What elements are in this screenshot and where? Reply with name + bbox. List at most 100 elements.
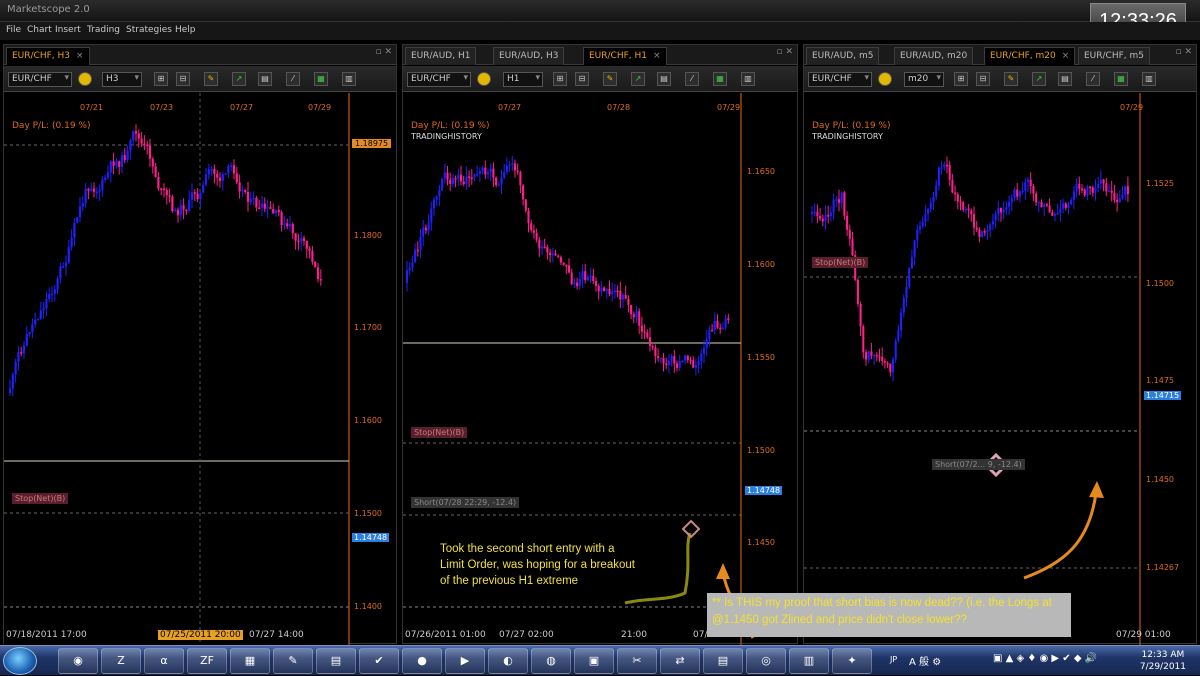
window-controls-icon[interactable]: ▫ ✕ <box>375 47 392 57</box>
pdf-tool-icon[interactable]: ✔ <box>359 648 399 674</box>
stop-order-line[interactable]: Stop(Net)(B) <box>411 427 468 438</box>
price-icon[interactable] <box>78 72 92 86</box>
transfer-icon[interactable]: ⇄ <box>660 648 700 674</box>
zoom-in-icon[interactable]: ⊞ <box>154 72 168 86</box>
candlestick-plot[interactable] <box>4 93 396 645</box>
window-controls-icon[interactable]: ▫ ✕ <box>1175 47 1192 57</box>
candle-body <box>937 167 940 186</box>
candle-body <box>470 177 473 179</box>
zoom-in-icon[interactable]: ⊞ <box>954 72 968 86</box>
tab-euraud-h1[interactable]: EUR/AUD, H1 <box>405 47 477 65</box>
tab-eurchf-h3[interactable]: EUR/CHF, H3 × <box>6 47 90 65</box>
candle-body <box>39 310 42 319</box>
chart-type-icon[interactable]: ▤ <box>657 72 671 86</box>
candle-body <box>140 138 143 144</box>
price-chart[interactable]: Day P/L: (0.19 %) TRADINGHISTORY 1.1525 … <box>804 93 1196 645</box>
properties-icon[interactable]: ▦ <box>713 72 727 86</box>
properties-icon[interactable]: ▦ <box>1114 72 1128 86</box>
symbol-select[interactable]: EUR/CHF <box>8 72 72 87</box>
zf-icon[interactable]: ZF <box>187 648 227 674</box>
tray-clock[interactable]: 12:33 AM 7/29/2011 <box>1140 649 1186 673</box>
symbol-select[interactable]: EUR/CHF <box>407 72 471 87</box>
pencil-icon[interactable]: ✎ <box>1004 72 1018 86</box>
indicator-icon[interactable]: ↗ <box>1032 72 1046 86</box>
timeframe-select[interactable]: H1 <box>503 72 543 87</box>
line-tool-icon[interactable]: ⁄ <box>1086 72 1100 86</box>
line-tool-icon[interactable]: ⁄ <box>286 72 300 86</box>
display-icon[interactable]: ▥ <box>789 648 829 674</box>
candle-body <box>594 281 598 286</box>
candle-body <box>1053 213 1057 216</box>
blue-app-icon[interactable]: ◐ <box>488 648 528 674</box>
short-trade-line[interactable]: Short(07/2... 9, -12.4) <box>932 459 1025 470</box>
calculator-icon[interactable]: ▤ <box>316 648 356 674</box>
tab-eurchf-m20[interactable]: EUR/CHF, m20 × <box>984 47 1076 65</box>
zoom-in-icon[interactable]: ⊞ <box>553 72 567 86</box>
candle-body <box>638 311 641 326</box>
candle-body <box>459 174 463 182</box>
window-controls-icon[interactable]: ▫ ✕ <box>776 47 793 57</box>
stop-order-line[interactable]: Stop(Net)(B) <box>812 257 869 268</box>
price-icon[interactable] <box>477 72 491 86</box>
network-icon[interactable]: ▣ <box>574 648 614 674</box>
ime-icon[interactable]: A 般 ⚙ <box>909 653 941 668</box>
tab-eurchf-m5[interactable]: EUR/CHF, m5 <box>1078 47 1151 65</box>
candle-body <box>36 318 40 321</box>
orange-app-icon[interactable]: ● <box>402 648 442 674</box>
pencil-icon[interactable]: ✎ <box>603 72 617 86</box>
template-icon[interactable]: ▥ <box>342 72 356 86</box>
short-trade-line[interactable]: Short(07/28 22:29, -12.4) <box>411 497 520 508</box>
tab-euraud-h3[interactable]: EUR/AUD, H3 <box>493 47 565 65</box>
close-icon[interactable]: × <box>653 51 661 61</box>
menu-file[interactable]: File <box>6 25 21 35</box>
chart-type-icon[interactable]: ▤ <box>258 72 272 86</box>
symbol-select[interactable]: EUR/CHF <box>808 72 872 87</box>
folder-icon[interactable]: ▦ <box>230 648 270 674</box>
firefox-icon[interactable]: ◉ <box>58 648 98 674</box>
scissors-icon[interactable]: ✂ <box>617 648 657 674</box>
notes-icon[interactable]: ✎ <box>273 648 313 674</box>
app-z-icon[interactable]: Z <box>101 648 141 674</box>
zoom-out-icon[interactable]: ⊟ <box>976 72 990 86</box>
timeframe-select[interactable]: m20 <box>904 72 944 87</box>
price-high-tag: 1.18975 <box>352 139 392 148</box>
tab-bar: EUR/AUD, m5 EUR/AUD, m20 EUR/CHF, m20 × E… <box>804 45 1196 65</box>
media-icon[interactable]: ▶ <box>445 648 485 674</box>
menu-chart[interactable]: Chart <box>27 25 52 35</box>
close-icon[interactable]: × <box>76 51 84 61</box>
stop-order-line[interactable]: Stop(Net)(B) <box>12 493 69 504</box>
pencil-icon[interactable]: ✎ <box>204 72 218 86</box>
template-icon[interactable]: ▥ <box>1142 72 1156 86</box>
disc-icon[interactable]: ◎ <box>746 648 786 674</box>
alpari-icon[interactable]: α <box>144 648 184 674</box>
tab-eurchf-h1[interactable]: EUR/CHF, H1 × <box>583 47 667 65</box>
candlestick-plot[interactable] <box>804 93 1196 645</box>
globe-app-icon[interactable]: ◍ <box>531 648 571 674</box>
zoom-out-icon[interactable]: ⊟ <box>575 72 589 86</box>
menu-insert[interactable]: Insert <box>55 25 81 35</box>
price-icon[interactable] <box>878 72 892 86</box>
start-button[interactable] <box>3 647 37 675</box>
timeframe-select[interactable]: H3 <box>102 72 142 87</box>
properties-icon[interactable]: ▦ <box>314 72 328 86</box>
menu-strategies[interactable]: Strategies <box>126 25 172 35</box>
language-indicator[interactable]: JP <box>890 655 897 664</box>
template-icon[interactable]: ▥ <box>741 72 755 86</box>
paint-icon[interactable]: ✦ <box>832 648 872 674</box>
candle-body <box>1016 189 1019 197</box>
menu-help[interactable]: Help <box>175 25 196 35</box>
indicator-icon[interactable]: ↗ <box>631 72 645 86</box>
chart-type-icon[interactable]: ▤ <box>1058 72 1072 86</box>
tab-euraud-m5[interactable]: EUR/AUD, m5 <box>806 47 880 65</box>
price-chart[interactable]: Day P/L: (0.19 %) 1.18975 1.1800 1.1700 … <box>4 93 396 645</box>
menu-trading[interactable]: Trading <box>87 25 120 35</box>
line-tool-icon[interactable]: ⁄ <box>685 72 699 86</box>
tray-icons[interactable]: ▣ ▲ ◈ ♦ ◉ ▶ ✔ ◆ 🔊 <box>993 653 1097 664</box>
indicator-icon[interactable]: ↗ <box>232 72 246 86</box>
document-icon[interactable]: ▤ <box>703 648 743 674</box>
zoom-out-icon[interactable]: ⊟ <box>176 72 190 86</box>
tab-euraud-m20[interactable]: EUR/AUD, m20 <box>894 47 974 65</box>
candle-body <box>835 199 838 201</box>
chart-toolbar: EUR/CHF m20 ⊞ ⊟ ✎ ↗ ▤ ⁄ ▦ ▥ <box>804 66 1196 92</box>
close-icon[interactable]: × <box>1062 51 1070 61</box>
